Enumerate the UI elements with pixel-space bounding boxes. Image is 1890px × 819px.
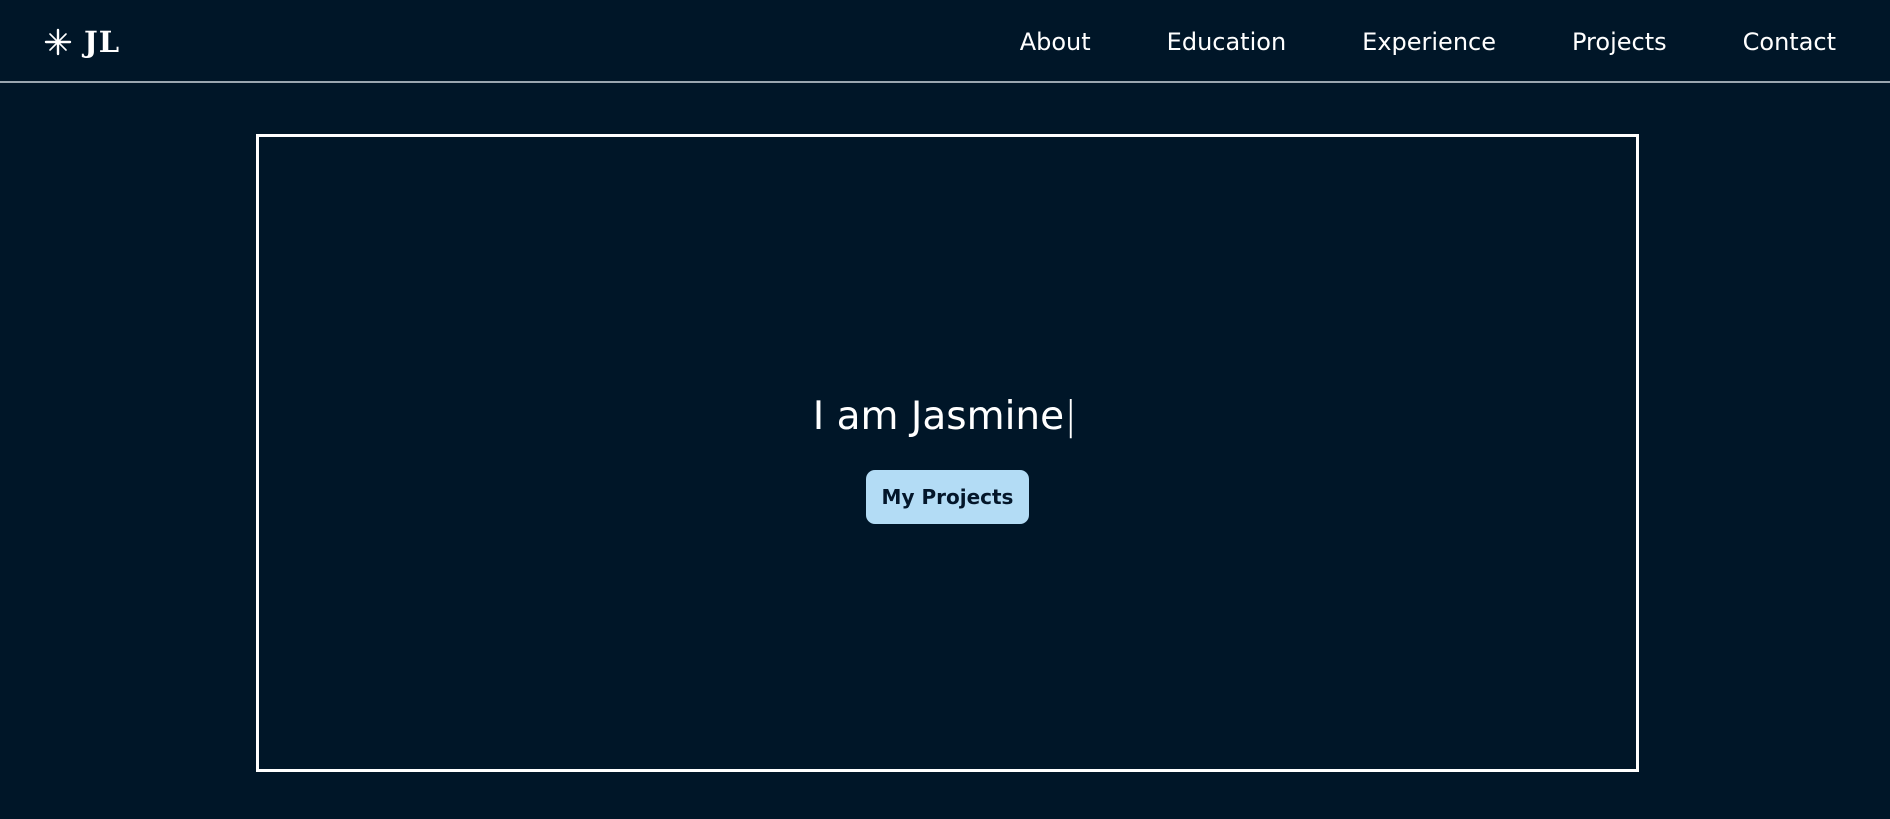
typing-cursor: | (1064, 394, 1078, 439)
sparkle-star-icon (44, 28, 72, 56)
main-nav: About Education Experience Projects Cont… (1020, 22, 1836, 62)
nav-link-education[interactable]: Education (1167, 28, 1286, 56)
logo[interactable]: JL (44, 22, 120, 62)
hero-headline-text: I am Jasmine (812, 394, 1065, 439)
nav-link-about[interactable]: About (1020, 28, 1091, 56)
hero-frame (256, 134, 1639, 772)
my-projects-button[interactable]: My Projects (866, 470, 1029, 524)
nav-link-experience[interactable]: Experience (1362, 28, 1496, 56)
hero-headline: I am Jasmine| (0, 394, 1890, 439)
nav-link-projects[interactable]: Projects (1572, 28, 1667, 56)
site-header: JL About Education Experience Projects C… (0, 0, 1890, 83)
logo-text: JL (84, 25, 121, 59)
nav-link-contact[interactable]: Contact (1743, 28, 1836, 56)
